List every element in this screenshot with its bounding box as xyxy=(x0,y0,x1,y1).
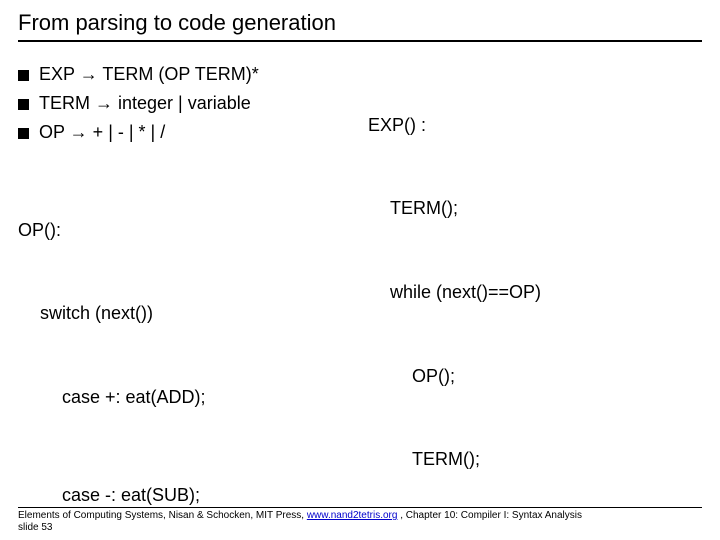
bullet-text: TERM → integer | variable xyxy=(39,93,251,114)
bullet-exp: EXP → TERM (OP TERM)* xyxy=(18,64,352,85)
slide-title: From parsing to code generation xyxy=(18,10,702,36)
footer-rule xyxy=(18,507,702,508)
square-bullet-icon xyxy=(18,128,29,139)
bullet-term: TERM → integer | variable xyxy=(18,93,352,114)
left-column: EXP → TERM (OP TERM)* TERM → integer | v… xyxy=(18,56,360,540)
bullet-text: OP → + | - | * | / xyxy=(39,122,165,143)
code-line: while (next()==OP) xyxy=(368,279,702,307)
square-bullet-icon xyxy=(18,99,29,110)
code-line: OP(); xyxy=(368,363,702,391)
right-column: EXP() : TERM(); while (next()==OP) OP();… xyxy=(360,56,702,540)
content-columns: EXP → TERM (OP TERM)* TERM → integer | v… xyxy=(18,56,702,540)
slide-number: slide 53 xyxy=(18,522,52,533)
code-line: TERM(); xyxy=(368,195,702,223)
footer-text-suffix: , Chapter 10: Compiler I: Syntax Analysi… xyxy=(397,510,582,521)
code-line: case -: eat(SUB); xyxy=(18,482,352,510)
code-line: EXP() : xyxy=(368,112,702,140)
exp-pseudocode: EXP() : TERM(); while (next()==OP) OP();… xyxy=(368,56,702,530)
code-line: case +: eat(ADD); xyxy=(18,384,352,412)
code-line: TERM(); xyxy=(368,446,702,474)
footer-link[interactable]: www.nand2tetris.org xyxy=(307,510,398,521)
grammar-bullets: EXP → TERM (OP TERM)* TERM → integer | v… xyxy=(18,64,352,143)
footer: Elements of Computing Systems, Nisan & S… xyxy=(18,510,702,534)
code-line: OP(): xyxy=(18,217,352,245)
bullet-text: EXP → TERM (OP TERM)* xyxy=(39,64,259,85)
bullet-op: OP → + | - | * | / xyxy=(18,122,352,143)
title-rule xyxy=(18,40,702,42)
op-pseudocode: OP(): switch (next()) case +: eat(ADD); … xyxy=(18,161,352,540)
square-bullet-icon xyxy=(18,70,29,81)
footer-text-prefix: Elements of Computing Systems, Nisan & S… xyxy=(18,510,307,521)
code-line: switch (next()) xyxy=(18,300,352,328)
slide: From parsing to code generation EXP → TE… xyxy=(0,0,720,540)
